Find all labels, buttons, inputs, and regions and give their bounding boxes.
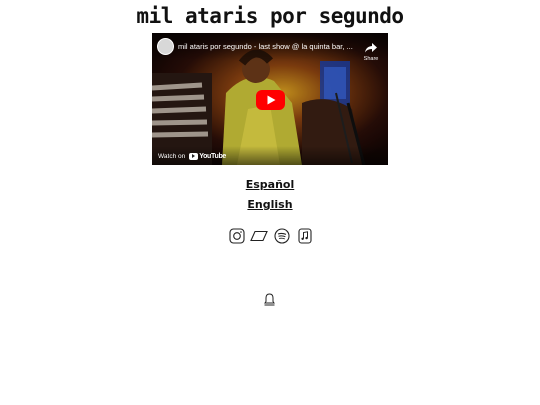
video-title[interactable]: mil ataris por segundo - last show @ la … bbox=[178, 42, 358, 51]
watch-on-youtube-button[interactable]: Watch on YouTube bbox=[154, 149, 230, 163]
bandcamp-icon[interactable] bbox=[250, 228, 268, 244]
share-icon bbox=[365, 43, 377, 53]
bell-icon[interactable] bbox=[264, 291, 275, 306]
language-link-spanish[interactable]: Español bbox=[0, 178, 540, 191]
youtube-wordmark: YouTube bbox=[199, 152, 227, 160]
language-link-english[interactable]: English bbox=[0, 198, 540, 211]
spotify-icon[interactable] bbox=[274, 228, 290, 244]
play-icon bbox=[267, 95, 276, 105]
channel-avatar[interactable] bbox=[157, 38, 174, 55]
play-button[interactable] bbox=[256, 90, 285, 110]
watch-on-label: Watch on bbox=[158, 152, 186, 160]
youtube-logo-icon bbox=[189, 152, 199, 160]
video-embed[interactable]: mil ataris por segundo - last show @ la … bbox=[152, 33, 388, 165]
site-title: mil ataris por segundo bbox=[136, 4, 404, 28]
itunes-icon[interactable] bbox=[297, 228, 313, 244]
social-links bbox=[229, 228, 313, 244]
share-label: Share bbox=[363, 56, 379, 62]
share-button[interactable]: Share bbox=[359, 38, 383, 62]
page: mil ataris por segundo mil ataris por se… bbox=[0, 0, 540, 405]
instagram-icon[interactable] bbox=[229, 228, 245, 244]
